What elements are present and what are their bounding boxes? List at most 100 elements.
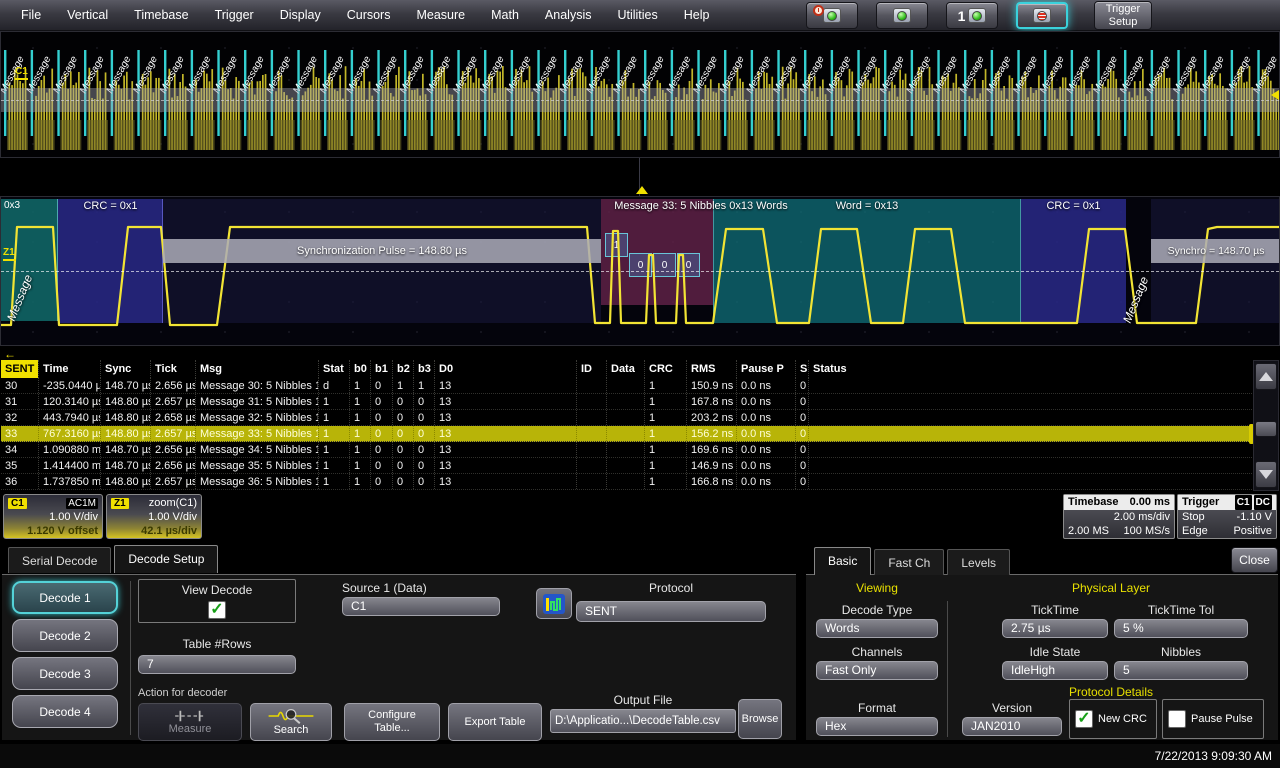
menu-item-analysis[interactable]: Analysis (532, 0, 605, 31)
table-collapse-arrow-icon[interactable]: ← (4, 347, 16, 361)
view-decode-checkbox[interactable]: ✓ (208, 601, 226, 619)
synchro-annotation: Synchro = 148.70 µs (1151, 239, 1279, 263)
trigger-setup-button[interactable]: Trigger Setup (1094, 1, 1152, 30)
timebase-delay: 0.00 ms (1129, 496, 1170, 508)
c1-badge: C1 (8, 497, 27, 509)
measure-button[interactable]: Measure (138, 703, 242, 741)
table-row-33[interactable]: 33 767.3160 µs 148.80 µs 2.657 µs Message 33… (1, 426, 1254, 442)
cell-b3: 0 (413, 410, 434, 425)
message-hex-label: 0x3 (4, 200, 21, 211)
table-rows-field[interactable]: 7 (138, 655, 296, 674)
normal-trigger-button[interactable] (876, 2, 928, 29)
cell-sent: 30 (5, 380, 18, 392)
scroll-up-button[interactable] (1255, 363, 1277, 390)
protocol-icon-button[interactable] (536, 588, 572, 619)
idle-state-combo[interactable]: IdleHigh (1002, 661, 1108, 680)
trigger-descriptor-box[interactable]: Trigger C1 DC Stop -1.10 V Edge Positive (1177, 494, 1277, 539)
decode-table: SENT Time Sync Tick Msg Stat b0 b1 b2 b3 D0 ID Data C… (0, 358, 1280, 493)
menu-item-help[interactable]: Help (671, 0, 723, 31)
menu-item-trigger[interactable]: Trigger (202, 0, 267, 31)
table-row-32[interactable]: 32 443.7940 µs 148.80 µs 2.658 µs Message 32… (1, 410, 1254, 426)
scroll-down-button[interactable] (1255, 461, 1277, 488)
cell-stat: 1 (318, 442, 349, 457)
decoder-button-4[interactable]: Decode 4 (12, 695, 118, 728)
auto-trigger-icon (823, 8, 841, 23)
export-table-button[interactable]: Export Table (448, 703, 542, 741)
menu-item-measure[interactable]: Measure (403, 0, 478, 31)
action-label: Action for decoder (138, 687, 228, 699)
cell-tick: 2.657 µs (150, 426, 195, 441)
tab-serial-decode[interactable]: Serial Decode (8, 547, 112, 573)
cell-sent: 35 (5, 460, 18, 472)
decoder-button-1[interactable]: Decode 1 (12, 581, 118, 614)
menu-item-cursors[interactable]: Cursors (334, 0, 404, 31)
z1-zoom-grid[interactable]: Synchronization Pulse = 148.80 µs Synchr… (0, 196, 1280, 346)
z1-source: zoom(C1) (148, 497, 197, 509)
c1-waveform-grid[interactable]: Message Message Message Message Message Messa… (0, 31, 1280, 158)
stop-trigger-button[interactable] (1016, 2, 1068, 29)
menu-item-utilities[interactable]: Utilities (604, 0, 670, 31)
decoder-button-3[interactable]: Decode 3 (12, 657, 118, 690)
tab-decode-setup[interactable]: Decode Setup (114, 545, 219, 573)
menu-item-file[interactable]: File (8, 0, 54, 31)
timebase-scale: 2.00 ms/div (1113, 511, 1170, 523)
table-row-34[interactable]: 34 1.090880 ms148.70 µs2.656 µsMessage 34… (1, 442, 1254, 458)
channels-combo[interactable]: Fast Only (816, 661, 938, 680)
menu-item-vertical[interactable]: Vertical (54, 0, 121, 31)
cell-b2: 0 (392, 474, 413, 489)
cell-sent: 32 (5, 412, 18, 424)
cell-sync: 148.80 µs (100, 474, 150, 489)
tab-fast-ch[interactable]: Fast Ch (874, 549, 945, 575)
menu-item-timebase[interactable]: Timebase (121, 0, 201, 31)
protocol-field[interactable]: SENT (576, 601, 766, 622)
decoder-button-2[interactable]: Decode 2 (12, 619, 118, 652)
browse-button[interactable]: Browse (738, 699, 782, 739)
cell-status (808, 394, 1254, 409)
menu-item-math[interactable]: Math (478, 0, 532, 31)
table-scrollbar[interactable] (1253, 360, 1279, 491)
ticktime-tol-label: TickTime Tol (1147, 603, 1215, 617)
z1-descriptor-box[interactable]: Z1 zoom(C1) 1.00 V/div 42.1 µs/div (106, 494, 202, 539)
source-field[interactable]: C1 (342, 597, 500, 616)
auto-trigger-button[interactable] (806, 2, 858, 29)
table-row-35[interactable]: 35 1.414400 ms148.70 µs2.656 µsMessage 35… (1, 458, 1254, 474)
format-combo[interactable]: Hex (816, 717, 938, 736)
ticktime-tol-field[interactable]: 5 % (1114, 619, 1248, 638)
decode-type-combo[interactable]: Words (816, 619, 938, 638)
cell-sent: 33 (5, 428, 18, 440)
tab-levels[interactable]: Levels (947, 549, 1011, 575)
pause-pulse-checkbox[interactable]: ✓ (1168, 710, 1186, 728)
table-row-30[interactable]: 30 -235.0440 µs148.70 µs2.656 µsMessage 3… (1, 378, 1254, 394)
output-file-field[interactable]: D:\Applicatio...\DecodeTable.csv (550, 709, 736, 733)
view-decode-group: View Decode ✓ (138, 579, 296, 623)
search-button[interactable]: Search (250, 703, 332, 741)
trigger-position-icon[interactable] (636, 186, 648, 194)
cell-sent: 31 (5, 396, 18, 408)
cell-rms: 166.8 ns (686, 474, 736, 489)
c1-offset: 1.120 V offset (27, 525, 98, 537)
ticktime-field[interactable]: 2.75 µs (1002, 619, 1108, 638)
configure-table-button[interactable]: Configure Table... (344, 703, 440, 741)
nibbles-field[interactable]: 5 (1114, 661, 1248, 680)
c1-descriptor-box[interactable]: C1 AC1M 1.00 V/div 1.120 V offset (3, 494, 103, 539)
table-row-36[interactable]: 36 1.737850 ms148.80 µs2.657 µsMessage 36… (1, 474, 1254, 490)
cell-b1: 0 (370, 378, 392, 393)
check-icon: ✓ (1077, 710, 1091, 727)
timebase-descriptor-box[interactable]: Timebase 0.00 ms 2.00 ms/div 2.00 MS 100… (1063, 494, 1175, 539)
cell-id (576, 458, 606, 473)
table-row-31[interactable]: 31 120.3140 µs 148.80 µs 2.657 µs Message 31… (1, 394, 1254, 410)
nibbles-label: Nibbles (1160, 645, 1202, 659)
menu-item-display[interactable]: Display (267, 0, 334, 31)
single-trigger-button[interactable]: 1 (946, 2, 998, 29)
close-button[interactable]: Close (1231, 547, 1278, 573)
crc-right-label: CRC = 0x1 (1046, 200, 1101, 212)
single-trigger-count: 1 (957, 7, 966, 24)
cell-b3: 0 (413, 474, 434, 489)
c1-level-marker-icon (1271, 90, 1279, 100)
scrollbar-thumb[interactable] (1255, 421, 1277, 437)
tab-basic[interactable]: Basic (814, 547, 872, 575)
version-combo[interactable]: JAN2010 (962, 717, 1062, 736)
cell-sync: 148.70 µs (100, 378, 150, 393)
measure-icon (175, 710, 205, 721)
new-crc-checkbox[interactable]: ✓ (1075, 710, 1093, 728)
